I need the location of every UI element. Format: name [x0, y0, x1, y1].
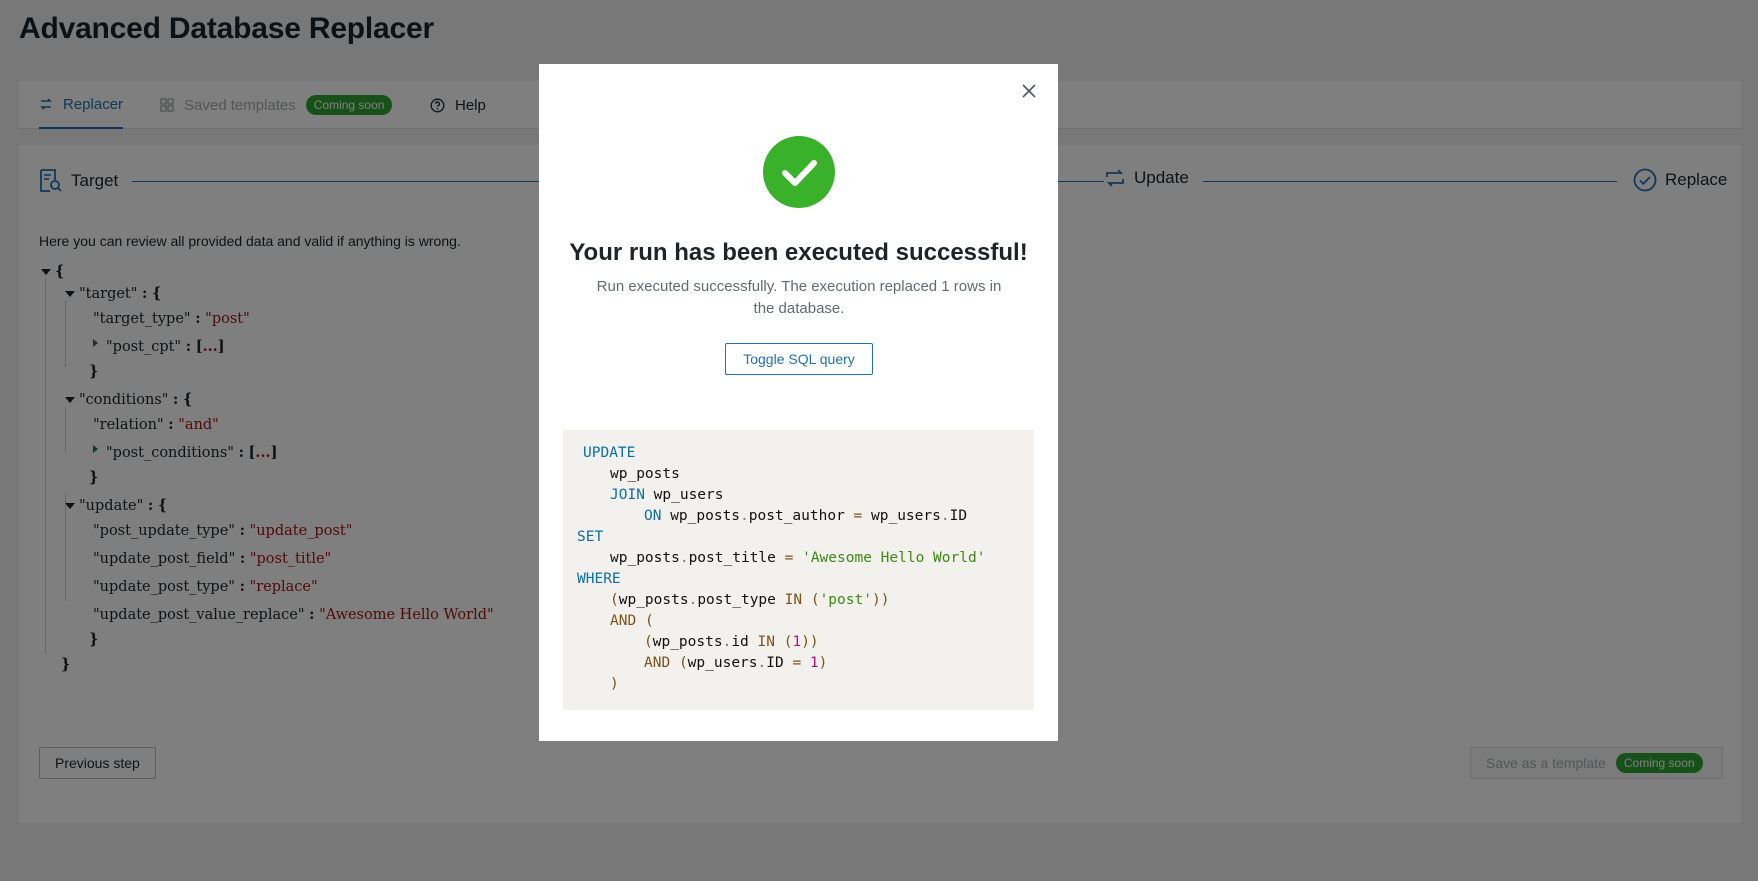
sql-line: ON wp_posts.post_author = wp_users.ID: [644, 508, 968, 524]
sql-line: JOIN wp_users: [610, 487, 724, 503]
sql-line: wp_posts.post_title = 'Awesome Hello Wor…: [610, 550, 986, 566]
sql-query-block: UPDATE wp_posts JOIN wp_users ON wp_post…: [563, 430, 1034, 710]
sql-line: AND (wp_users.ID = 1): [644, 655, 828, 671]
sql-line: (wp_posts.post_type IN ('post')): [610, 592, 890, 608]
sql-line: ): [610, 676, 619, 692]
toggle-sql-button[interactable]: Toggle SQL query: [725, 343, 873, 375]
modal-title: Your run has been executed successful!: [569, 239, 1028, 266]
sql-line: UPDATE: [583, 445, 636, 461]
sql-line: SET: [577, 529, 604, 545]
check-circle-icon: [763, 136, 835, 208]
sql-line: (wp_posts.id IN (1)): [644, 634, 819, 650]
sql-line: AND (: [610, 613, 654, 629]
modal-message: Run executed successfully. The execution…: [596, 278, 1002, 317]
sql-line: WHERE: [577, 571, 621, 587]
sql-line: wp_posts: [610, 466, 680, 482]
close-icon[interactable]: [1018, 80, 1040, 102]
success-modal: Your run has been executed successful! R…: [539, 64, 1058, 741]
